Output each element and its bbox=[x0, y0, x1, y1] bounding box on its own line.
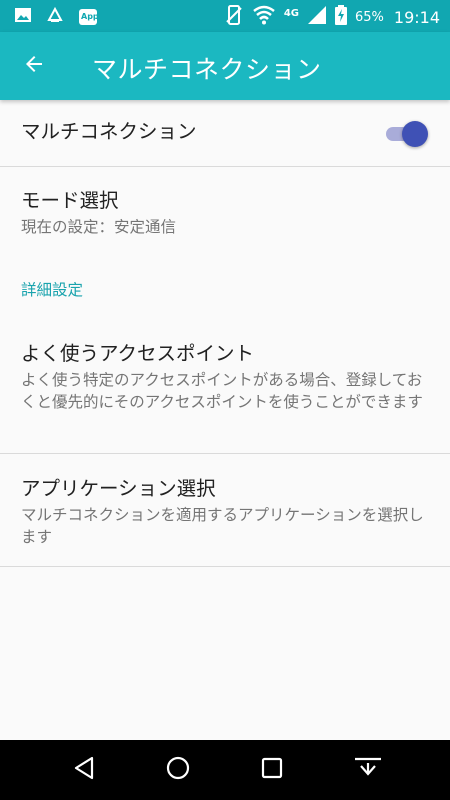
back-triangle-icon bbox=[73, 756, 95, 784]
app-select-row[interactable]: アプリケーション選択 マルチコネクションを適用するアプリケーションを選択します bbox=[0, 454, 450, 566]
section-header: 詳細設定 bbox=[21, 281, 84, 299]
navigation-bar bbox=[0, 740, 450, 800]
multi-connection-row[interactable]: マルチコネクション bbox=[0, 100, 450, 166]
wifi-icon bbox=[252, 5, 276, 29]
section-header-row: 詳細設定 bbox=[0, 278, 450, 304]
app-select-title: アプリケーション選択 bbox=[21, 477, 216, 500]
battery-percentage: 65% bbox=[354, 9, 384, 25]
vibrate-icon bbox=[224, 4, 244, 30]
mode-select-row[interactable]: モード選択 現在の設定：安定通信 bbox=[0, 167, 450, 247]
app-select-summary: マルチコネクションを適用するアプリケーションを選択します bbox=[21, 506, 424, 546]
app-bar: マルチコネクション bbox=[0, 32, 450, 100]
mode-select-title: モード選択 bbox=[21, 189, 119, 212]
multi-connection-switch[interactable] bbox=[384, 120, 428, 148]
status-right-icons: 4G 65% 19:14 bbox=[224, 4, 440, 30]
home-circle-icon bbox=[166, 756, 190, 784]
arrow-left-icon bbox=[22, 52, 46, 80]
nav-back-button[interactable] bbox=[64, 754, 104, 786]
network-type: 4G bbox=[283, 7, 299, 19]
nav-recents-button[interactable] bbox=[252, 754, 292, 786]
divider bbox=[0, 566, 450, 567]
favorite-ap-row[interactable]: よく使うアクセスポイント よく使う特定のアクセスポイントがある場合、登録しておく… bbox=[0, 338, 450, 453]
app-badge-icon: App bbox=[78, 7, 99, 27]
favorite-ap-summary: よく使う特定のアクセスポイントがある場合、登録しておくと優先的にそのアクセスポイ… bbox=[21, 371, 423, 411]
switch-thumb bbox=[402, 121, 428, 147]
mode-select-summary: 現在の設定：安定通信 bbox=[21, 218, 177, 236]
clock: 19:14 bbox=[393, 7, 440, 27]
status-bar: App 4G 65% 19:14 bbox=[0, 0, 450, 32]
app-badge-text: App bbox=[81, 12, 99, 21]
multi-connection-label: マルチコネクション bbox=[21, 120, 197, 143]
signal-icon bbox=[307, 5, 327, 29]
hide-bar-icon bbox=[353, 755, 383, 785]
recents-square-icon bbox=[261, 757, 283, 783]
nav-home-button[interactable] bbox=[158, 754, 198, 786]
notification-icon bbox=[46, 6, 64, 28]
favorite-ap-title: よく使うアクセスポイント bbox=[21, 342, 255, 365]
status-left-icons: App bbox=[14, 6, 99, 28]
page-title: マルチコネクション bbox=[92, 55, 322, 84]
image-icon bbox=[14, 7, 32, 27]
nav-hide-bar-button[interactable] bbox=[348, 754, 388, 786]
battery-charging-icon bbox=[334, 5, 347, 29]
back-button[interactable] bbox=[14, 48, 54, 84]
